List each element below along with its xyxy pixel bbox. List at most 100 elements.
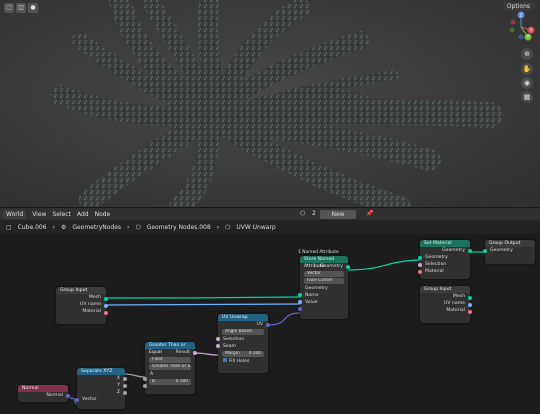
socket-dot[interactable] bbox=[483, 249, 487, 253]
socket-material: Material bbox=[425, 269, 444, 274]
attr-line-1: 1 Named Attribute bbox=[298, 250, 339, 255]
domain-dropdown[interactable]: Face Corner bbox=[304, 278, 344, 284]
separate-xyz-node[interactable]: Separate XYZ X Y Z Vector bbox=[75, 368, 127, 409]
menu-view[interactable]: View bbox=[32, 211, 46, 218]
group-input-node[interactable]: Group Input Mesh UV name Material bbox=[56, 287, 108, 324]
socket-dot[interactable] bbox=[298, 307, 302, 311]
socket-dot[interactable] bbox=[66, 394, 70, 398]
breadcrumb-tree[interactable]: Geometry Nodes.008 bbox=[147, 224, 211, 231]
breadcrumb-object[interactable]: Cube.006 bbox=[18, 224, 47, 231]
node-title: Set Material bbox=[420, 240, 470, 247]
socket-dot[interactable] bbox=[143, 384, 147, 388]
socket-y: Y bbox=[117, 383, 120, 388]
socket-z: Z bbox=[116, 390, 120, 395]
socket-dot[interactable] bbox=[468, 296, 472, 300]
viewport-toolbar: ▢ ◫ ● bbox=[4, 3, 38, 13]
group-output-node[interactable]: Group Output Geometry bbox=[483, 240, 535, 264]
socket-geometry-in: Geometry bbox=[305, 286, 328, 291]
operation-dropdown[interactable]: Greater Than or E... bbox=[149, 364, 191, 370]
type-dropdown[interactable]: Vector bbox=[304, 271, 344, 277]
svg-text:Z: Z bbox=[520, 13, 523, 18]
node-title: Group Input bbox=[420, 286, 470, 293]
socket-material: Material bbox=[82, 309, 101, 314]
socket-uv-name: UV name bbox=[444, 301, 465, 306]
socket-x: X bbox=[116, 376, 120, 381]
uv-unwrap-node[interactable]: UV Unwrap UV Angle Based Selection Seam … bbox=[216, 314, 270, 373]
method-dropdown[interactable]: Angle Based bbox=[222, 329, 264, 335]
node-title: Normal bbox=[18, 385, 68, 392]
socket-name: Name bbox=[305, 293, 319, 298]
camera-icon[interactable]: ◉ bbox=[521, 77, 533, 89]
socket-geometry-out: Geometry bbox=[320, 264, 343, 269]
socket-geometry-in: Geometry bbox=[425, 255, 448, 260]
node-tree-icon: ⬡ bbox=[135, 223, 141, 231]
node-title: Greater Than or Equal bbox=[145, 342, 195, 355]
3d-viewport[interactable]: ▢ ◫ ● Options Z X Y ⊕ ✋ ◉ ▦ bbox=[0, 0, 540, 207]
store-named-attribute-node[interactable]: Store Named Attribute Geometry Vector Fa… bbox=[298, 256, 350, 319]
socket-dot[interactable] bbox=[216, 337, 220, 341]
select-mode-icon[interactable]: ▢ bbox=[4, 3, 14, 13]
socket-a: A bbox=[150, 372, 154, 377]
grid-icon[interactable]: ▦ bbox=[521, 91, 533, 103]
socket-dot[interactable] bbox=[418, 256, 422, 260]
node-tree-icon[interactable]: ⬡ bbox=[300, 210, 305, 217]
margin-field[interactable]: Margin 0.100 bbox=[222, 351, 264, 357]
b-field[interactable]: B 0.100 bbox=[149, 379, 191, 385]
slot-number[interactable]: 2 bbox=[312, 210, 316, 217]
node-editor-canvas[interactable]: 1 Named Attribute Group Input Mesh UV na… bbox=[0, 234, 540, 414]
socket-dot[interactable] bbox=[468, 310, 472, 314]
modifier-icon: ⚙ bbox=[60, 223, 67, 231]
node-title: Group Input bbox=[56, 287, 106, 294]
group-input-node-2[interactable]: Group Input Mesh UV name Material bbox=[420, 286, 472, 323]
zoom-icon[interactable]: ⊕ bbox=[521, 48, 533, 60]
svg-text:X: X bbox=[530, 28, 533, 33]
menu-node[interactable]: Node bbox=[95, 211, 111, 218]
socket-dot[interactable] bbox=[193, 351, 197, 355]
node-title: Store Named Attribute bbox=[300, 256, 348, 269]
socket-dot[interactable] bbox=[104, 297, 108, 301]
socket-geometry: Geometry bbox=[490, 248, 513, 253]
node-title: UV Unwrap bbox=[218, 314, 268, 321]
socket-selection: Selection bbox=[223, 337, 245, 342]
socket-dot[interactable] bbox=[468, 303, 472, 307]
socket-dot[interactable] bbox=[298, 300, 302, 304]
socket-dot[interactable] bbox=[346, 265, 350, 269]
shading-icon[interactable]: ● bbox=[28, 3, 38, 13]
socket-selection: Selection bbox=[425, 262, 447, 267]
data-type-dropdown[interactable]: Float bbox=[149, 357, 191, 363]
node-title: Separate XYZ bbox=[77, 368, 125, 375]
socket-dot[interactable] bbox=[216, 344, 220, 348]
node-title: Group Output bbox=[485, 240, 535, 247]
hand-icon[interactable]: ✋ bbox=[521, 63, 533, 75]
socket-dot[interactable] bbox=[123, 391, 127, 395]
socket-dot[interactable] bbox=[75, 398, 79, 402]
socket-dot[interactable] bbox=[418, 263, 422, 267]
navigation-gizmo[interactable]: Z X Y bbox=[504, 10, 538, 44]
socket-dot[interactable] bbox=[418, 270, 422, 274]
menu-world[interactable]: World bbox=[3, 209, 27, 219]
new-button[interactable]: New bbox=[320, 210, 356, 219]
branching-sculpture bbox=[50, 0, 503, 207]
set-material-node[interactable]: Set Material Geometry Geometry Selection… bbox=[418, 240, 472, 279]
fill-holes-checkbox[interactable]: Fill Holes bbox=[218, 358, 268, 365]
menu-add[interactable]: Add bbox=[77, 211, 89, 218]
breadcrumb-modifier[interactable]: GeometryNodes bbox=[72, 224, 121, 231]
normal-node[interactable]: Normal Normal bbox=[18, 385, 70, 402]
socket-dot[interactable] bbox=[123, 377, 127, 381]
socket-mesh: Mesh bbox=[88, 295, 101, 300]
breadcrumb-group[interactable]: UVW Unwarp bbox=[236, 224, 275, 231]
socket-dot[interactable] bbox=[143, 377, 147, 381]
socket-normal: Normal bbox=[46, 393, 63, 398]
socket-dot[interactable] bbox=[104, 311, 108, 315]
pin-icon[interactable]: 📌 bbox=[366, 210, 373, 217]
socket-dot[interactable] bbox=[298, 293, 302, 297]
socket-dot[interactable] bbox=[468, 249, 472, 253]
compare-node[interactable]: Greater Than or Equal Result Float Great… bbox=[143, 342, 197, 394]
socket-dot[interactable] bbox=[123, 384, 127, 388]
overlay-icon[interactable]: ◫ bbox=[16, 3, 26, 13]
socket-dot[interactable] bbox=[266, 323, 270, 327]
socket-dot[interactable] bbox=[104, 304, 108, 308]
svg-text:Y: Y bbox=[526, 35, 530, 40]
menu-select[interactable]: Select bbox=[52, 211, 71, 218]
socket-result: Result bbox=[175, 350, 190, 355]
